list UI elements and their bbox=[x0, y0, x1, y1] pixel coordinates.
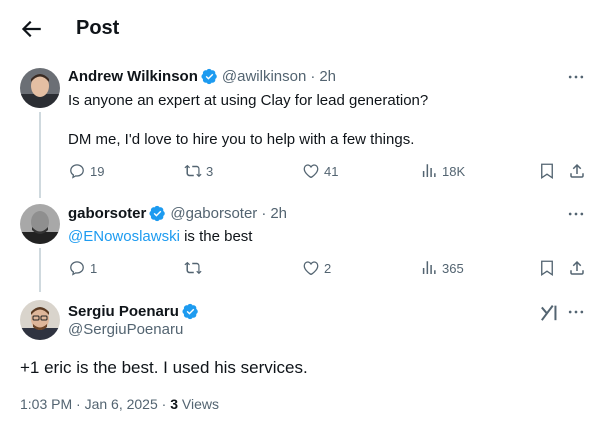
post-timestamp[interactable]: 1:03 PM · Jan 6, 2025 · bbox=[20, 396, 170, 412]
verified-badge-icon bbox=[149, 205, 166, 222]
reply-button[interactable]: 19 bbox=[68, 162, 104, 180]
views-button[interactable]: 365 bbox=[420, 259, 464, 277]
post-time[interactable]: 2h bbox=[270, 205, 287, 222]
verified-badge-icon bbox=[182, 303, 198, 320]
like-button[interactable]: 2 bbox=[302, 259, 331, 277]
reply-count: 1 bbox=[90, 260, 98, 276]
share-icon[interactable] bbox=[568, 259, 586, 277]
view-count: 18K bbox=[442, 163, 466, 179]
like-count: 2 bbox=[324, 260, 332, 276]
heart-icon bbox=[303, 164, 319, 179]
author-handle[interactable]: @gaborsoter bbox=[170, 205, 257, 222]
avatar-sergiu-image bbox=[20, 300, 60, 340]
views-count: 3 bbox=[170, 396, 178, 412]
author-row: Sergiu Poenaru bbox=[68, 303, 203, 320]
like-count: 41 bbox=[324, 163, 339, 179]
bookmark-icon[interactable] bbox=[538, 259, 556, 277]
thread-line bbox=[39, 112, 41, 198]
avatar[interactable] bbox=[20, 68, 60, 108]
like-button[interactable]: 41 bbox=[302, 162, 338, 180]
reply-button[interactable]: 1 bbox=[68, 259, 97, 277]
views-button[interactable]: 18K bbox=[420, 162, 465, 180]
author-handle[interactable]: @awilkinson bbox=[222, 68, 306, 85]
repost-count: 3 bbox=[206, 163, 214, 179]
author-name[interactable]: gaborsoter bbox=[68, 205, 146, 222]
action-bar: 19 3 41 18K bbox=[68, 162, 588, 182]
author-row: Andrew Wilkinson @awilkinson · 2h bbox=[68, 68, 336, 85]
post-text-line: Is anyone an expert at using Clay for le… bbox=[68, 92, 429, 109]
more-icon[interactable] bbox=[566, 67, 586, 87]
repost-button[interactable]: 3 bbox=[184, 162, 213, 180]
avatar-andrew-image bbox=[20, 68, 60, 108]
author-row: gaborsoter @gaborsoter · 2h bbox=[68, 205, 287, 222]
avatar[interactable] bbox=[20, 204, 60, 244]
action-bar: 1 2 365 bbox=[68, 259, 588, 279]
author-handle[interactable]: @SergiuPoenaru bbox=[68, 321, 183, 338]
back-button[interactable] bbox=[18, 16, 44, 42]
heart-icon bbox=[303, 261, 319, 276]
views-label: Views bbox=[178, 396, 219, 412]
post-header: Post bbox=[0, 0, 604, 56]
view-count: 365 bbox=[442, 260, 464, 276]
repost-icon bbox=[184, 261, 202, 275]
reply-icon bbox=[70, 261, 84, 276]
repost-button[interactable] bbox=[184, 259, 206, 277]
post-text: @ENowoslawski is the best bbox=[68, 228, 253, 245]
author-name[interactable]: Sergiu Poenaru bbox=[68, 303, 179, 320]
bookmark-icon[interactable] bbox=[538, 162, 556, 180]
grok-icon[interactable] bbox=[539, 302, 561, 322]
reply-icon bbox=[70, 164, 84, 179]
avatar[interactable] bbox=[20, 300, 60, 340]
verified-badge-icon bbox=[201, 68, 217, 85]
avatar-gabor-image bbox=[20, 204, 60, 244]
more-icon[interactable] bbox=[566, 302, 586, 322]
analytics-icon bbox=[422, 261, 436, 274]
reply-count: 19 bbox=[90, 163, 105, 179]
thread-line bbox=[39, 248, 41, 292]
post-time[interactable]: 2h bbox=[319, 68, 336, 85]
analytics-icon bbox=[422, 164, 436, 177]
post-meta: 1:03 PM · Jan 6, 2025 · 3 Views bbox=[20, 396, 219, 412]
post-text-line: DM me, I'd love to hire you to help with… bbox=[68, 131, 415, 148]
more-icon[interactable] bbox=[566, 204, 586, 224]
repost-icon bbox=[184, 164, 202, 178]
arrow-left-icon bbox=[21, 20, 41, 38]
page-title: Post bbox=[76, 17, 120, 39]
main-post-text: +1 eric is the best. I used his services… bbox=[20, 358, 308, 377]
share-icon[interactable] bbox=[568, 162, 586, 180]
author-name[interactable]: Andrew Wilkinson bbox=[68, 68, 198, 85]
mention-link[interactable]: @ENowoslawski bbox=[68, 228, 180, 245]
